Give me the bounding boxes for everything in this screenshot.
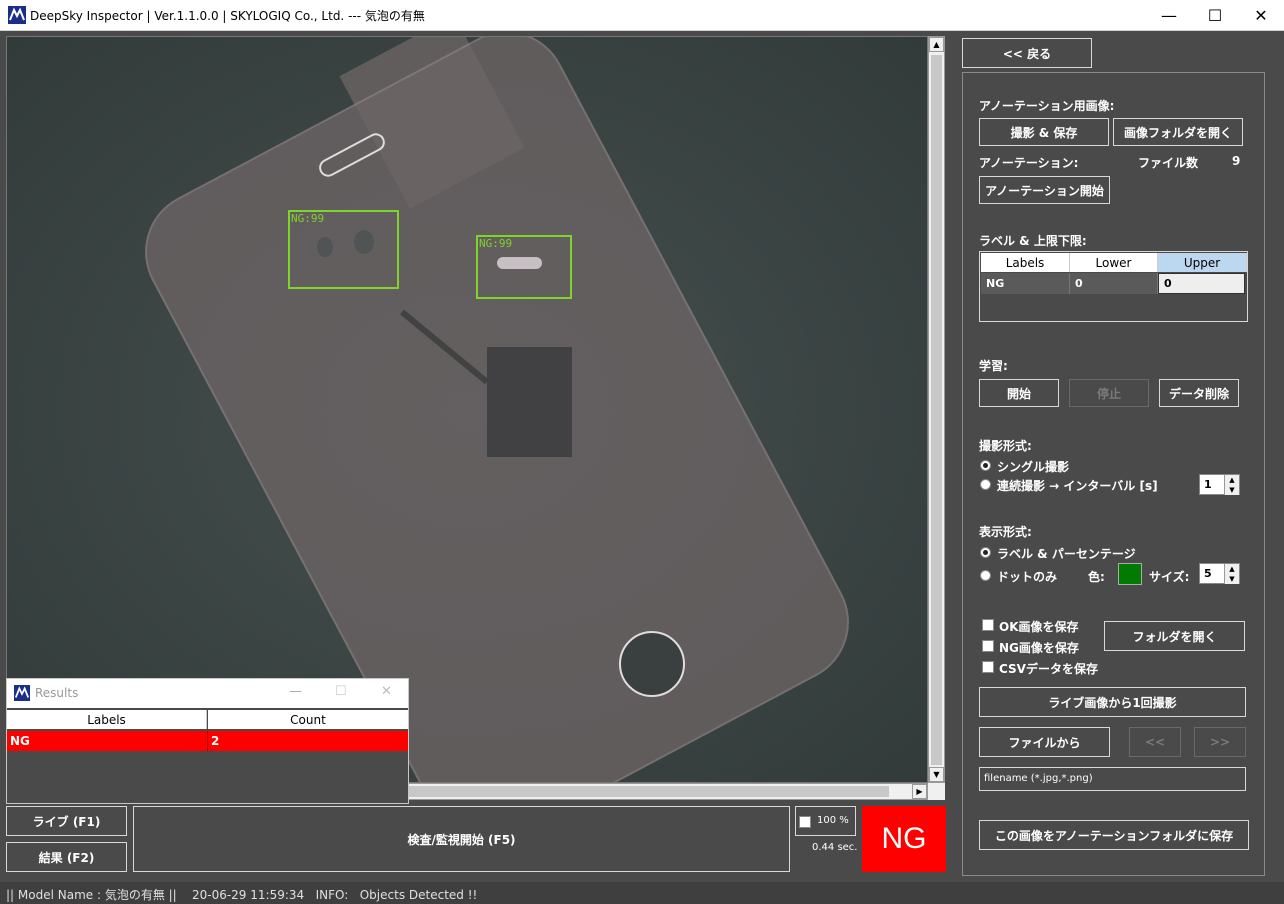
size-value: 5: [1204, 567, 1212, 580]
open-image-folder-button[interactable]: 画像フォルダを開く: [1113, 118, 1243, 146]
app-logo-icon: [8, 6, 26, 24]
from-file-button[interactable]: ファイルから: [979, 727, 1110, 757]
live-button[interactable]: ライブ (F1): [6, 806, 127, 836]
data-delete-button[interactable]: データ削除: [1159, 379, 1239, 407]
scroll-up-icon[interactable]: ▲: [929, 37, 944, 52]
scroll-thumb[interactable]: [931, 55, 942, 765]
color-label: 色:: [1088, 570, 1105, 584]
zoom-toggle[interactable]: 100 %: [795, 806, 856, 836]
stepper-up-icon[interactable]: ▲: [1224, 475, 1239, 485]
prev-button[interactable]: <<: [1129, 727, 1181, 757]
results-window: Results — ☐ ✕ Labels Count NG 2: [6, 678, 409, 804]
zoom-label: 100 %: [817, 815, 849, 826]
dot-color-swatch[interactable]: [1118, 563, 1142, 585]
scroll-down-icon[interactable]: ▼: [929, 767, 944, 782]
table-header-labels: Labels: [981, 253, 1070, 272]
elapsed-time: 0.44 sec.: [812, 842, 858, 853]
save-ok-checkbox[interactable]: [982, 619, 994, 631]
status-bar: || Model Name : 気泡の有無 || 20-06-29 11:59:…: [0, 882, 1284, 904]
dot-only-label: ドットのみ: [997, 570, 1058, 584]
capture-mode-label: 撮影形式:: [979, 439, 1032, 453]
results-cell-label[interactable]: NG: [7, 731, 207, 751]
zoom-checkbox[interactable]: [799, 816, 811, 828]
interval-stepper[interactable]: 1 ▲ ▼: [1199, 474, 1240, 495]
title-bar: DeepSky Inspector | Ver.1.1.0.0 | SKYLOG…: [0, 0, 1284, 31]
stepper-down-icon[interactable]: ▼: [1224, 485, 1239, 495]
filename-placeholder: filename (*.jpg,*.png): [984, 773, 1093, 784]
next-button[interactable]: >>: [1194, 727, 1246, 757]
size-stepper[interactable]: 5 ▲ ▼: [1199, 563, 1240, 584]
label-percentage-radio[interactable]: [980, 547, 991, 558]
annotation-label: アノーテーション:: [979, 156, 1079, 170]
capture-once-button[interactable]: ライブ画像から1回撮影: [979, 687, 1246, 717]
maximize-button[interactable]: ☐: [1192, 0, 1238, 31]
results-title-bar: Results — ☐ ✕: [7, 679, 408, 708]
learn-stop-button[interactable]: 停止: [1069, 379, 1149, 407]
display-mode-label: 表示形式:: [979, 525, 1032, 539]
results-header-labels: Labels: [7, 710, 207, 729]
result-button[interactable]: 結果 (F2): [6, 842, 127, 872]
annotation-start-button[interactable]: アノーテーション開始: [979, 176, 1110, 204]
camera-image: NG:99 NG:99: [7, 37, 927, 782]
annotation-image-label: アノーテーション用画像:: [979, 99, 1115, 113]
single-capture-radio[interactable]: [980, 460, 991, 471]
save-ok-label: OK画像を保存: [999, 620, 1079, 634]
table-header-upper: Upper: [1158, 253, 1247, 272]
camera-image-view[interactable]: NG:99 NG:99: [6, 36, 928, 783]
single-capture-label: シングル撮影: [997, 460, 1070, 474]
label-percentage-label: ラベル & パーセンテージ: [997, 547, 1136, 561]
open-folder-button[interactable]: フォルダを開く: [1104, 621, 1245, 651]
filename-field[interactable]: filename (*.jpg,*.png): [979, 767, 1246, 791]
save-to-annotation-button[interactable]: この画像をアノーテーションフォルダに保存: [979, 820, 1249, 850]
size-label: サイズ:: [1149, 570, 1190, 584]
detection-label: NG:99: [291, 212, 324, 225]
continuous-capture-label: 連続撮影 → インターバル [s]: [997, 479, 1158, 493]
learning-label: 学習:: [979, 359, 1008, 373]
detection-label: NG:99: [479, 237, 512, 250]
file-count-label: ファイル数: [1138, 156, 1199, 170]
interval-value: 1: [1204, 478, 1212, 491]
table-cell-label[interactable]: NG: [981, 273, 1070, 294]
close-icon[interactable]: ✕: [381, 684, 392, 699]
stepper-up-icon[interactable]: ▲: [1224, 564, 1239, 574]
window-title: DeepSky Inspector | Ver.1.1.0.0 | SKYLOG…: [30, 9, 425, 23]
file-count-value: 9: [1232, 154, 1241, 168]
status-text: || Model Name : 気泡の有無 || 20-06-29 11:59:…: [6, 888, 478, 902]
maximize-icon[interactable]: ☐: [335, 684, 347, 699]
minimize-button[interactable]: —: [1146, 0, 1192, 31]
app-logo-icon: [14, 685, 30, 701]
table-cell-upper[interactable]: 0: [1158, 273, 1245, 294]
results-title: Results: [35, 686, 79, 700]
capture-save-button[interactable]: 撮影 & 保存: [979, 118, 1109, 146]
results-header-count: Count: [208, 710, 408, 729]
learn-start-button[interactable]: 開始: [979, 379, 1059, 407]
results-cell-count[interactable]: 2: [207, 731, 408, 751]
save-csv-checkbox[interactable]: [982, 661, 994, 673]
dot-only-radio[interactable]: [980, 570, 991, 581]
save-ng-checkbox[interactable]: [982, 640, 994, 652]
vertical-scrollbar[interactable]: ▲ ▼: [928, 36, 945, 783]
label-limits-label: ラベル & 上限下限:: [979, 234, 1087, 248]
stepper-down-icon[interactable]: ▼: [1224, 574, 1239, 584]
verdict-badge: NG: [862, 806, 946, 872]
table-cell-lower[interactable]: 0: [1070, 273, 1158, 294]
scroll-corner: [928, 783, 945, 800]
save-ng-label: NG画像を保存: [999, 641, 1079, 655]
table-header-lower: Lower: [1070, 253, 1158, 272]
scroll-right-icon[interactable]: ▶: [912, 784, 927, 799]
close-button[interactable]: ✕: [1238, 0, 1284, 31]
back-button[interactable]: << 戻る: [962, 38, 1092, 68]
save-csv-label: CSVデータを保存: [999, 662, 1098, 676]
inspect-start-button[interactable]: 検査/監視開始 (F5): [133, 806, 790, 872]
continuous-capture-radio[interactable]: [980, 479, 991, 490]
label-limits-table[interactable]: Labels Lower Upper NG 0 0: [979, 251, 1248, 322]
minimize-icon[interactable]: —: [289, 684, 302, 699]
